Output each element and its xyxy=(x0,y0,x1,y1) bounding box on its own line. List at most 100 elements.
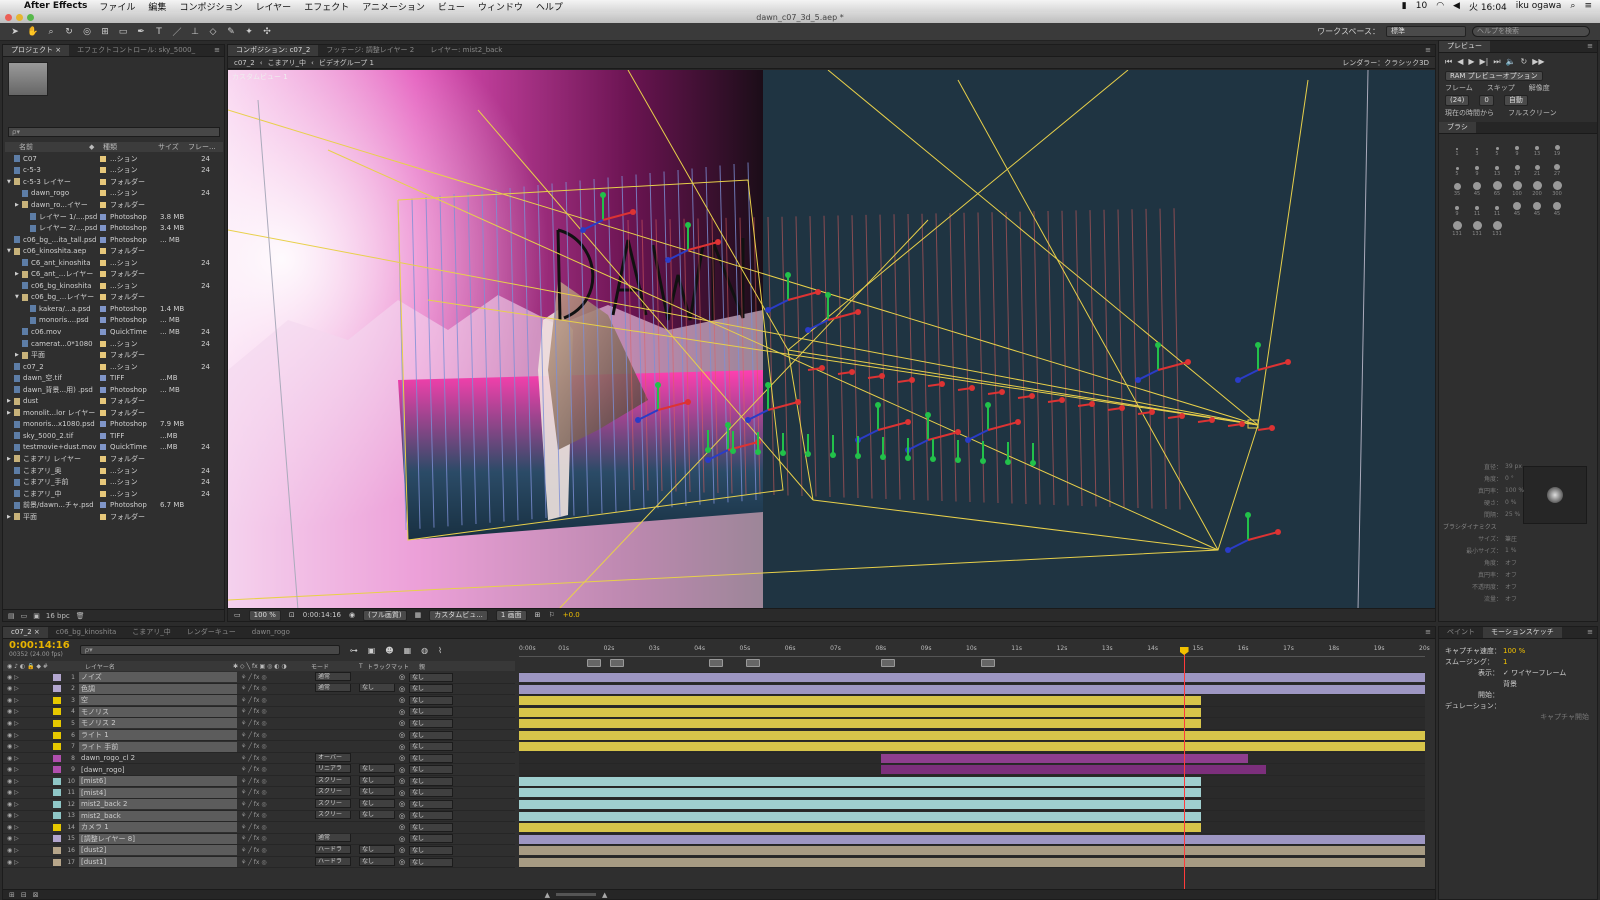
visibility-icon[interactable]: ◉ ▷ xyxy=(3,835,53,842)
brush-tip[interactable]: 9 xyxy=(1507,138,1527,157)
project-item[interactable]: c06_bg_...ita_tall.psd Photoshop ... MB xyxy=(5,234,223,246)
interpret-footage-icon[interactable]: ▤ xyxy=(8,612,15,620)
timeline-tab[interactable]: c06_bg_kinoshita xyxy=(48,627,124,638)
label-color[interactable] xyxy=(100,479,106,486)
brush-tip[interactable]: 9 xyxy=(1447,198,1467,217)
blend-mode-dropdown[interactable]: スクリー xyxy=(315,810,351,820)
layer-label-color[interactable] xyxy=(53,823,61,831)
label-color[interactable] xyxy=(100,444,106,451)
layer-switches[interactable]: ⚘ ╱ fx ◎ xyxy=(237,708,315,715)
comp-marker[interactable] xyxy=(981,659,996,667)
parent-dropdown[interactable]: なし xyxy=(409,718,453,728)
blend-mode-dropdown[interactable]: 通常 xyxy=(315,672,351,681)
timeline-tab[interactable]: c07_2 × xyxy=(3,627,48,638)
timeline-current-time[interactable]: 0:00:14:16 00352 (24.00 fps) xyxy=(9,641,70,659)
brush-property[interactable]: 直径： 39 px xyxy=(1443,460,1595,472)
project-item[interactable]: ▼ c-5-3 レイヤー フォルダー xyxy=(5,176,223,188)
layer-switches[interactable]: ⚘ ╱ fx ◎ xyxy=(237,720,315,727)
3d-view-dropdown[interactable]: カスタムビュ... xyxy=(429,609,488,621)
type-tool-icon[interactable]: T xyxy=(152,25,166,39)
layer-label-color[interactable] xyxy=(53,685,61,693)
graph-editor-icon[interactable]: ⌇ xyxy=(438,646,442,655)
blend-mode-dropdown[interactable]: スクリー xyxy=(315,799,351,808)
track-matte-dropdown[interactable]: なし xyxy=(359,787,395,797)
layer-name[interactable]: dawn_rogo_cl 2 xyxy=(79,753,237,763)
close-window-button[interactable] xyxy=(5,14,12,21)
panel-menu-icon[interactable]: ≡ xyxy=(1587,628,1593,636)
last-frame-icon[interactable]: ⏭ xyxy=(1493,57,1500,67)
layer-row[interactable]: ◉ ▷ 10 [mist6] ⚘ ╱ fx ◎ スクリー なし ◎ なし xyxy=(3,775,515,788)
layer-duration-bar[interactable] xyxy=(519,742,1425,752)
property-value[interactable]: オフ xyxy=(1505,582,1517,591)
label-color[interactable] xyxy=(100,328,106,335)
pick-whip-icon[interactable]: ◎ xyxy=(399,789,409,797)
project-item[interactable]: レイヤー 1/....psd Photoshop 3.8 MB xyxy=(5,211,223,223)
layer-name[interactable]: [mist4] xyxy=(79,787,237,798)
layer-duration-bar[interactable] xyxy=(519,730,1425,740)
composition-viewer[interactable]: カスタムビュー 1 xyxy=(228,70,1435,610)
pen-tool-icon[interactable]: ✒ xyxy=(134,25,148,39)
twirl-icon[interactable]: ▶ xyxy=(15,352,22,358)
twirl-icon[interactable]: ▶ xyxy=(15,202,22,208)
flowchart-icon[interactable]: ⚐ xyxy=(548,611,554,619)
brush-tip[interactable]: 45 xyxy=(1527,198,1547,217)
pick-whip-icon[interactable]: ◎ xyxy=(399,754,409,762)
layer-row[interactable]: ◉ ▷ 2 色調 ⚘ ╱ fx ◎ 通常 なし ◎ なし xyxy=(3,683,515,696)
brush-property[interactable]: 真円率： 100 % xyxy=(1443,484,1595,496)
project-item[interactable]: dawn_背景...用) .psd Photoshop ... MB xyxy=(5,384,223,396)
skip-dropdown[interactable]: 0 xyxy=(1479,95,1494,106)
parent-dropdown[interactable]: なし xyxy=(409,742,453,752)
capture-speed-value[interactable]: 100 % xyxy=(1503,647,1525,655)
brush-property[interactable]: 硬さ： 0 % xyxy=(1443,496,1595,508)
layer-row[interactable]: ◉ ▷ 9 [dawn_rogo] ⚘ ╱ fx ◎ リニアラ なし ◎ なし xyxy=(3,764,515,776)
brush-tip[interactable]: 11 xyxy=(1487,198,1507,217)
layer-duration-bar[interactable] xyxy=(519,696,1201,706)
label-color[interactable] xyxy=(100,236,106,243)
project-item[interactable]: ▶ C6_ant_...レイヤー フォルダー xyxy=(5,268,223,280)
layer-name[interactable]: [dust1] xyxy=(79,857,237,868)
bit-depth-button[interactable]: 16 bpc xyxy=(46,612,70,620)
visibility-icon[interactable]: ◉ ▷ xyxy=(3,812,53,819)
layer-label-color[interactable] xyxy=(53,754,61,762)
layer-label-color[interactable] xyxy=(53,673,61,681)
timeline-tab[interactable]: こまアリ_中 xyxy=(124,627,179,638)
brush-tip[interactable]: 21 xyxy=(1527,158,1547,177)
layer-switches[interactable]: ⚘ ╱ fx ◎ xyxy=(237,755,315,762)
layer-name[interactable]: ノイズ xyxy=(79,672,237,683)
layer-switches[interactable]: ⚘ ╱ fx ◎ xyxy=(237,824,315,831)
visibility-icon[interactable]: ◉ ▷ xyxy=(3,708,53,715)
project-item[interactable]: こまアリ_奥 ...ション 24 xyxy=(5,465,223,477)
label-color[interactable] xyxy=(100,409,106,416)
brush-tip[interactable]: 35 xyxy=(1447,178,1467,197)
pick-whip-icon[interactable]: ◎ xyxy=(399,823,409,831)
pick-whip-icon[interactable]: ◎ xyxy=(399,743,409,751)
project-item[interactable]: ▶ dust フォルダー xyxy=(5,395,223,407)
brush-tip[interactable]: 5 xyxy=(1447,158,1467,177)
eraser-tool-icon[interactable]: ◇ xyxy=(206,25,220,39)
visibility-icon[interactable]: ◉ ▷ xyxy=(3,801,53,808)
layer-switches[interactable]: ⚘ ╱ fx ◎ xyxy=(237,685,315,692)
brush-property[interactable]: 角度： 0 ° xyxy=(1443,472,1595,484)
visibility-icon[interactable]: ◉ ▷ xyxy=(3,743,53,750)
parent-dropdown[interactable]: なし xyxy=(409,811,453,821)
selection-tool-icon[interactable]: ➤ xyxy=(8,25,22,39)
project-item[interactable]: C6_ant_kinoshita ...ション 24 xyxy=(5,257,223,269)
fullscreen-checkbox[interactable]: フルスクリーン xyxy=(1508,108,1557,118)
brush-tip[interactable]: 131 xyxy=(1447,218,1467,237)
comp-marker[interactable] xyxy=(745,659,760,667)
layer-label-color[interactable] xyxy=(53,846,61,854)
project-item[interactable]: testmovie+dust.mov QuickTime ...MB 24 xyxy=(5,442,223,454)
visibility-icon[interactable]: ◉ ▷ xyxy=(3,732,53,739)
twirl-icon[interactable]: ▶ xyxy=(7,398,14,404)
layer-row[interactable]: ◉ ▷ 16 [dust2] ⚘ ╱ fx ◎ ハードラ なし ◎ なし xyxy=(3,845,515,857)
resolution-dropdown[interactable]: (フル画質) xyxy=(363,609,407,621)
tab-effect-controls[interactable]: エフェクトコントロール: sky_5000_ xyxy=(69,45,203,56)
parent-dropdown[interactable]: なし xyxy=(409,799,453,809)
fast-previews-icon[interactable]: ⊞ xyxy=(535,611,541,619)
zoom-out-icon[interactable]: ▲ xyxy=(545,891,550,899)
parent-dropdown[interactable]: なし xyxy=(409,845,453,855)
brush-tool-icon[interactable]: ／ xyxy=(170,25,184,39)
layer-name[interactable]: カメラ 1 xyxy=(79,822,237,833)
frame-blending-icon[interactable]: ▦ xyxy=(404,646,412,655)
pick-whip-icon[interactable]: ◎ xyxy=(399,673,409,681)
